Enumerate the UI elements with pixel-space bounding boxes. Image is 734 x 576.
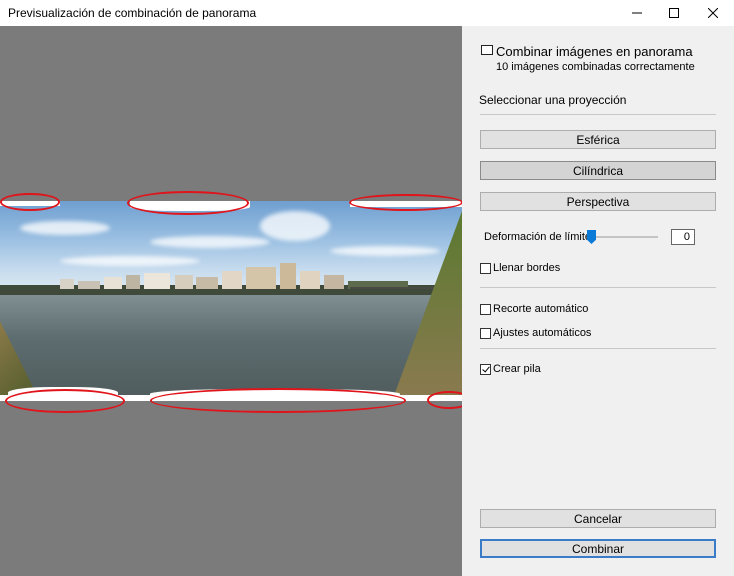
- title-bar: Previsualización de combinación de panor…: [0, 0, 734, 26]
- settings-panel: Combinar imágenes en panorama 10 imágene…: [462, 26, 734, 576]
- divider: [480, 287, 716, 288]
- minimize-icon: [632, 12, 642, 14]
- maximize-button[interactable]: [657, 0, 691, 26]
- close-button[interactable]: [696, 0, 730, 26]
- annotation-ellipse: [150, 388, 406, 413]
- annotation-ellipse: [349, 194, 462, 211]
- boundary-warp-slider-track[interactable]: [588, 236, 658, 238]
- create-stack-row[interactable]: Crear pila: [480, 363, 541, 375]
- river-water: [0, 295, 462, 401]
- cloud: [150, 236, 270, 248]
- fill-edges-label: Llenar bordes: [493, 262, 561, 274]
- cloud: [20, 221, 110, 235]
- merge-status: 10 imágenes combinadas correctamente: [496, 61, 695, 73]
- panorama-image: [0, 201, 462, 401]
- city-skyline: [0, 263, 462, 297]
- window-title: Previsualización de combinación de panor…: [8, 6, 257, 20]
- merge-button[interactable]: Combinar: [480, 539, 716, 558]
- boundary-warp-input[interactable]: 0: [671, 229, 695, 245]
- cloud: [260, 211, 330, 241]
- close-icon: [708, 8, 718, 18]
- cloud: [330, 246, 440, 256]
- panel-heading: Combinar imágenes en panorama: [496, 44, 693, 59]
- auto-crop-row[interactable]: Recorte automático: [480, 303, 588, 315]
- auto-settings-row[interactable]: Ajustes automáticos: [480, 327, 591, 339]
- annotation-ellipse: [5, 389, 125, 413]
- create-stack-checkbox[interactable]: [480, 363, 491, 375]
- annotation-ellipse: [0, 193, 60, 211]
- fill-edges-row[interactable]: Llenar bordes: [480, 262, 560, 274]
- minimize-button[interactable]: [620, 0, 654, 26]
- auto-crop-label: Recorte automático: [493, 303, 589, 315]
- cylindrical-button[interactable]: Cilíndrica: [480, 161, 716, 180]
- auto-crop-checkbox[interactable]: [480, 303, 491, 315]
- panorama-preview: [0, 26, 462, 576]
- auto-settings-checkbox[interactable]: [480, 327, 491, 339]
- boundary-warp-label: Deformación de límite:: [484, 231, 595, 243]
- projection-label: Seleccionar una proyección: [479, 93, 627, 107]
- cancel-button[interactable]: Cancelar: [480, 509, 716, 528]
- divider: [480, 114, 716, 115]
- fill-edges-checkbox[interactable]: [480, 262, 491, 274]
- panorama-icon: [481, 45, 493, 55]
- perspective-button[interactable]: Perspectiva: [480, 192, 716, 211]
- annotation-ellipse: [127, 191, 249, 215]
- create-stack-label: Crear pila: [493, 363, 541, 375]
- annotation-ellipse: [427, 391, 462, 409]
- auto-settings-label: Ajustes automáticos: [493, 327, 592, 339]
- spherical-button[interactable]: Esférica: [480, 130, 716, 149]
- divider: [480, 348, 716, 349]
- maximize-icon: [669, 8, 679, 18]
